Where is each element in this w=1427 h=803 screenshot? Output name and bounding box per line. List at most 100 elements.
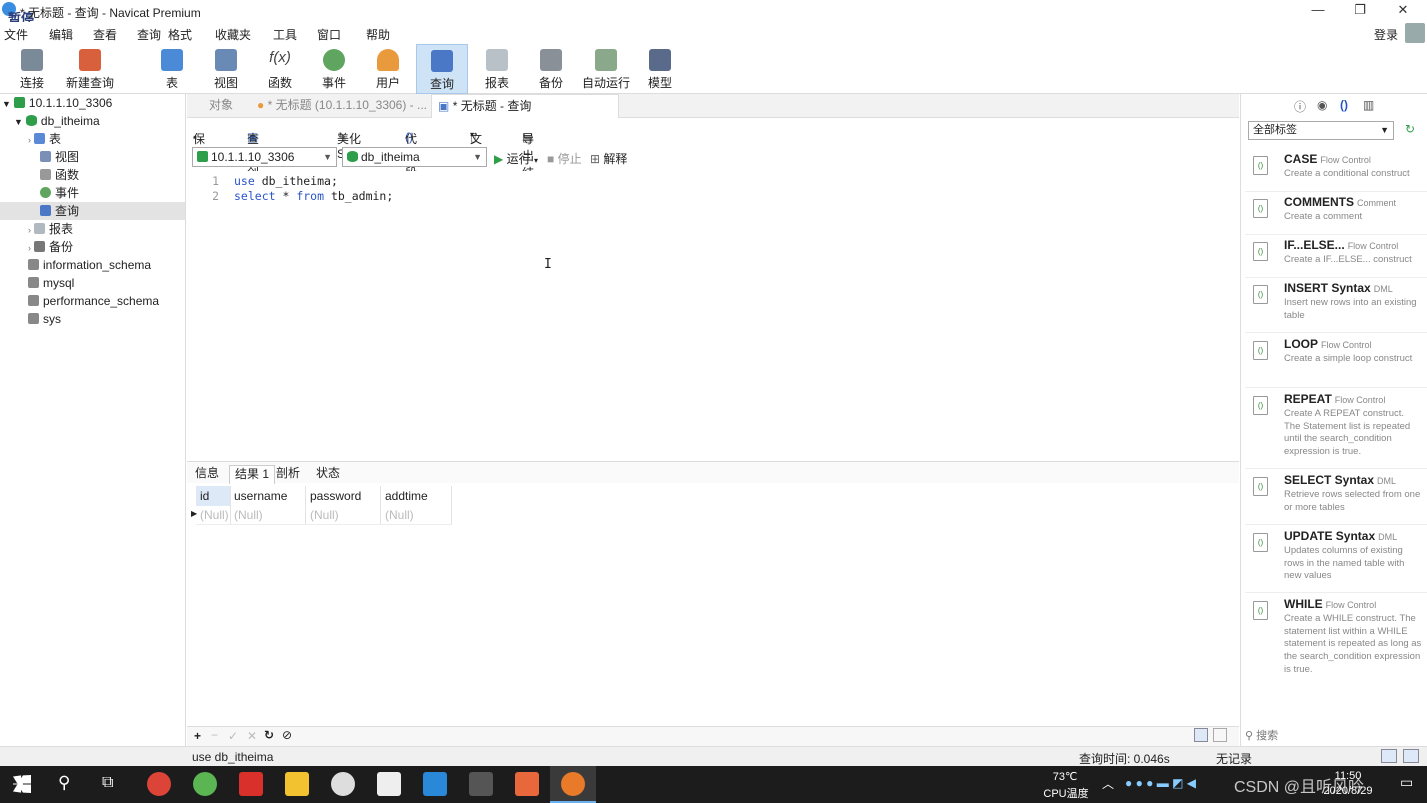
menu-favorites[interactable]: 收藏夹	[215, 26, 251, 43]
code-line[interactable]: use db_itheima;	[234, 174, 338, 188]
tree-db-performance-schema[interactable]: performance_schema	[28, 292, 159, 310]
windows-start-icon[interactable]	[13, 775, 31, 793]
search-icon[interactable]: ⚲	[58, 773, 70, 793]
tab-untitled-query[interactable]: ▣ * 无标题 - 查询	[431, 94, 619, 118]
eye-icon[interactable]: ◉	[1317, 98, 1327, 112]
tab-profile[interactable]: 剖析	[271, 465, 305, 484]
sql-editor[interactable]: 1 use db_itheima; 2 select * from tb_adm…	[187, 171, 1239, 459]
tag-filter-select[interactable]: 全部标签 ▼	[1248, 121, 1394, 140]
maximize-icon[interactable]: ❐	[1340, 2, 1380, 18]
terminal-icon[interactable]	[469, 772, 493, 796]
tree-database[interactable]: ▼ db_itheima	[14, 112, 100, 130]
connection-select[interactable]: 10.1.1.10_3306 ▼	[192, 147, 337, 167]
tree-item-views[interactable]: 视图	[40, 148, 79, 166]
tree-item-queries[interactable]: 查询	[0, 202, 185, 220]
notes-icon[interactable]	[377, 772, 401, 796]
tree-db-sys[interactable]: sys	[28, 310, 61, 328]
tray-chevron-up-icon[interactable]: ︿	[1102, 775, 1114, 792]
column-header-id[interactable]: id	[196, 486, 231, 506]
file-explorer-icon[interactable]	[285, 772, 309, 796]
chevron-right-icon[interactable]: ›	[28, 243, 31, 253]
chevron-right-icon[interactable]: ›	[28, 225, 31, 235]
layout-left-icon[interactable]	[1381, 749, 1397, 763]
tab-objects[interactable]: 对象	[203, 94, 239, 118]
task-view-icon[interactable]: ⧉	[102, 774, 113, 792]
tree-item-reports[interactable]: › 报表	[28, 220, 73, 238]
table-cell[interactable]: (Null)	[381, 505, 452, 525]
backup-button[interactable]: 备份	[525, 44, 577, 94]
run-button[interactable]: ▶ 运行 ▾	[494, 150, 538, 167]
column-header-username[interactable]: username	[230, 486, 306, 506]
model-button[interactable]: 模型	[634, 44, 686, 94]
braces-icon[interactable]: ()	[1340, 98, 1348, 112]
tab-result-1[interactable]: 结果 1	[229, 465, 276, 484]
minimize-icon[interactable]: —	[1298, 2, 1338, 17]
menu-edit[interactable]: 编辑	[49, 26, 73, 43]
apply-icon[interactable]: ✓	[228, 729, 238, 743]
login-link[interactable]: 登录	[1374, 26, 1398, 43]
stop-icon[interactable]: ⊘	[282, 728, 292, 742]
code-line[interactable]: select * from tb_admin;	[234, 189, 393, 203]
database-select[interactable]: db_itheima ▼	[342, 147, 487, 167]
view-button[interactable]: 视图	[200, 44, 252, 94]
chevron-down-icon[interactable]: ▾	[534, 156, 538, 165]
tree-item-events[interactable]: 事件	[40, 184, 79, 202]
tree-db-information-schema[interactable]: information_schema	[28, 256, 151, 274]
report-button[interactable]: 报表	[471, 44, 523, 94]
delete-row-icon[interactable]: −	[211, 728, 218, 742]
tree-item-functions[interactable]: 函数	[40, 166, 79, 184]
table-cell[interactable]: (Null)	[306, 505, 381, 525]
panel-icon[interactable]: ▥	[1363, 98, 1374, 112]
table-cell[interactable]: (Null)	[230, 505, 306, 525]
tab-status[interactable]: 状态	[311, 465, 345, 484]
menu-window[interactable]: 窗口	[317, 26, 341, 43]
tree-db-mysql[interactable]: mysql	[28, 274, 74, 292]
tree-item-tables[interactable]: › 表	[28, 130, 61, 148]
info-icon[interactable]: ⓘ	[1294, 98, 1306, 115]
event-button[interactable]: 事件	[308, 44, 360, 94]
discard-icon[interactable]: ✕	[247, 729, 257, 743]
stop-button[interactable]: ■ 停止	[547, 150, 582, 167]
tab-untitled-connection[interactable]: ● * 无标题 (10.1.1.10_3306) - ...	[251, 94, 433, 118]
app-red-icon[interactable]	[239, 772, 263, 796]
avatar[interactable]	[1405, 23, 1425, 43]
tab-info[interactable]: 信息	[190, 465, 224, 484]
menu-file[interactable]: 文件	[4, 26, 28, 43]
table-button[interactable]: 表	[146, 44, 198, 94]
chevron-right-icon[interactable]: ›	[28, 135, 31, 145]
menu-query[interactable]: 查询	[137, 26, 161, 43]
menu-tools[interactable]: 工具	[273, 26, 297, 43]
connect-button[interactable]: 连接	[6, 44, 58, 94]
chevron-down-icon[interactable]: ▼	[2, 99, 11, 109]
chrome-icon[interactable]	[147, 772, 171, 796]
app-clock-icon[interactable]	[331, 772, 355, 796]
snippet-search-input[interactable]: ⚲ 搜索	[1245, 727, 1423, 745]
explain-button[interactable]: ⊞ 解释	[590, 150, 627, 167]
schedule-button[interactable]: 自动运行	[579, 44, 633, 94]
menu-format[interactable]: 格式	[168, 26, 192, 43]
layout-right-icon[interactable]	[1403, 749, 1419, 763]
tray-icons[interactable]: ● ● ● ▬ ◩ ◀	[1125, 776, 1196, 790]
notification-icon[interactable]: ▭	[1400, 774, 1413, 791]
form-view-icon[interactable]	[1213, 728, 1227, 742]
grid-view-icon[interactable]	[1194, 728, 1208, 742]
menu-view[interactable]: 查看	[93, 26, 117, 43]
refresh-icon[interactable]: ↻	[264, 728, 274, 742]
menu-help[interactable]: 帮助	[366, 26, 390, 43]
tree-item-backups[interactable]: › 备份	[28, 238, 73, 256]
refresh-icon[interactable]: ↻	[1405, 122, 1415, 136]
function-button[interactable]: f(x) 函数	[254, 44, 306, 94]
navicat-taskbar-button[interactable]	[550, 766, 596, 803]
query-button[interactable]: 查询	[416, 44, 468, 94]
user-button[interactable]: 用户	[362, 44, 414, 94]
browser-icon[interactable]	[193, 772, 217, 796]
chevron-down-icon[interactable]: ▾	[470, 130, 474, 139]
close-icon[interactable]: ✕	[1383, 2, 1423, 18]
chevron-down-icon[interactable]: ▼	[14, 117, 23, 127]
app-orange-icon[interactable]	[515, 772, 539, 796]
tree-connection[interactable]: ▼ 10.1.1.10_3306	[2, 94, 112, 112]
column-header-addtime[interactable]: addtime	[381, 486, 452, 506]
new-query-button[interactable]: 新建查询	[62, 44, 118, 94]
app-blue-icon[interactable]	[423, 772, 447, 796]
table-cell[interactable]: (Null)	[196, 505, 231, 525]
